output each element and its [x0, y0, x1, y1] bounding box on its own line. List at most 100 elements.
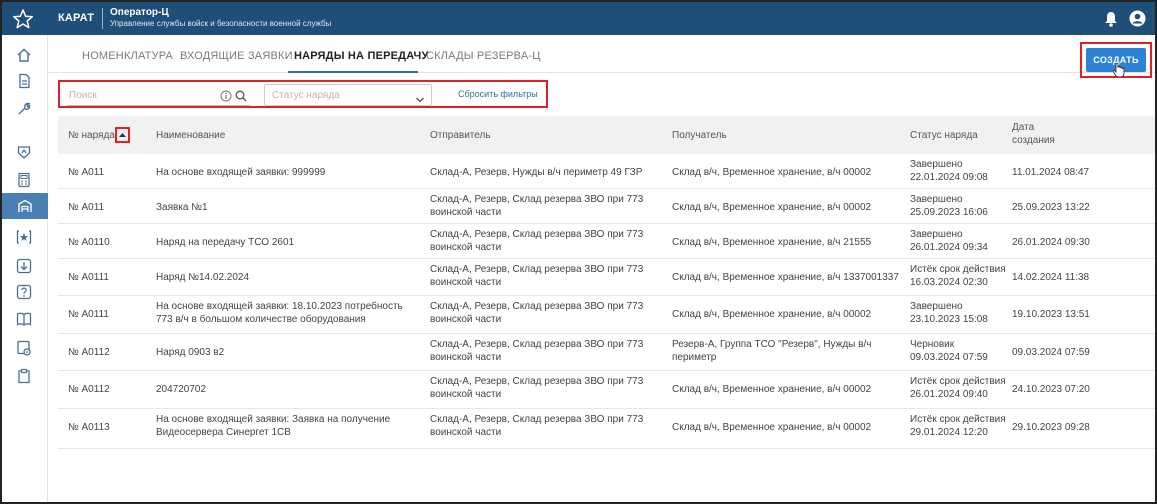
col-header-number[interactable]: № наряда [68, 130, 115, 141]
order-number: № А0111 [68, 272, 109, 283]
order-receiver: Склад в/ч, Временное хранение, в/ч 13370… [672, 272, 899, 283]
order-sender: Склад-А, Резерв, Склад резерва ЗВО при 7… [430, 376, 644, 400]
book-icon[interactable] [14, 309, 34, 329]
table-row[interactable]: № А0112 Наряд 0903 в2 Склад-А, Резерв, Скл… [58, 334, 1155, 371]
order-created-date: 14.02.2024 11:38 [1012, 272, 1090, 283]
order-sender: Склад-А, Резерв, Склад резерва ЗВО при 7… [430, 194, 644, 218]
active-tab-indicator [288, 71, 418, 73]
order-created-date: 24.10.2023 07:20 [1012, 384, 1090, 395]
order-created-date: 19.10.2023 13:51 [1012, 309, 1090, 320]
order-created-date: 11.01.2024 08:47 [1012, 167, 1090, 178]
clipboard-icon[interactable] [14, 366, 34, 386]
order-receiver: Склад в/ч, Временное хранение, в/ч 00002 [672, 422, 872, 433]
order-receiver: Склад в/ч, Временное хранение, в/ч 00002 [672, 309, 872, 320]
table-row[interactable]: № А0113 На основе входящей заявки: Заявка… [58, 409, 1155, 449]
wrench-icon[interactable] [14, 99, 34, 119]
calculator-icon[interactable] [14, 170, 34, 190]
order-receiver: Склад в/ч, Временное хранение, в/ч 21555 [672, 237, 872, 248]
search-icon[interactable] [235, 89, 247, 107]
order-created-date: 25.09.2023 13:22 [1012, 202, 1090, 213]
table-row[interactable]: № А0112 204720702 Склад-А, Резерв, Склад р… [58, 371, 1155, 409]
reset-filters-link[interactable]: Сбросить фильтры [458, 89, 538, 99]
table-row[interactable]: № А011 Заявка №1 Склад-А, Резерв, Склад ре… [58, 189, 1155, 224]
tab-incoming-requests[interactable]: ВХОДЯЩИЕ ЗАЯВКИ [180, 50, 293, 62]
order-sender: Склад-А, Резерв, Склад резерва ЗВО при 7… [430, 414, 644, 438]
order-sender: Склад-А, Резерв, Склад резерва ЗВО при 7… [430, 229, 644, 253]
order-status: Завершено 25.09.2023 16:06 [910, 194, 988, 218]
col-header-receiver[interactable]: Получатель [672, 130, 727, 141]
chevron-down-icon [415, 91, 425, 109]
star-icon[interactable] [12, 8, 34, 30]
tab-reserve-warehouses[interactable]: СКЛАДЫ РЕЗЕРВА-Ц [426, 50, 541, 62]
order-sender: Склад-А, Резерв, Нужды в/ч периметр 49 Г… [430, 167, 643, 178]
sort-button[interactable] [115, 127, 130, 143]
order-status: Завершено 22.01.2024 09:08 [910, 159, 988, 183]
info-icon[interactable] [220, 89, 232, 107]
user-icon[interactable] [1129, 10, 1146, 32]
warehouse-icon[interactable] [2, 193, 48, 219]
order-name: Наряд на передачу ТСО 2601 [156, 237, 295, 248]
col-header-name[interactable]: Наименование [156, 130, 225, 141]
order-created-date: 09.03.2024 07:59 [1012, 347, 1090, 358]
order-name: На основе входящей заявки: Заявка на пол… [156, 414, 391, 438]
brand-name[interactable]: КАРАТ [58, 12, 94, 24]
order-number: № А0111 [68, 309, 109, 320]
order-number: № А0112 [68, 384, 110, 395]
order-receiver: Резерв-А, Группа ТСО "Резерв", Нужды в/ч… [672, 339, 872, 363]
order-receiver: Склад в/ч, Временное хранение, в/ч 00002 [672, 167, 872, 178]
divider [102, 8, 103, 29]
top-bar: КАРАТ Оператор-Ц Управление службы войск… [2, 2, 1155, 35]
operator-subtitle: Управление службы войск и безопасности в… [110, 19, 332, 28]
order-created-date: 26.01.2024 09:30 [1012, 237, 1090, 248]
order-sender: Склад-А, Резерв, Склад резерва ЗВО при 7… [430, 264, 644, 288]
table-row[interactable]: № А0110 Наряд на передачу ТСО 2601 Склад-А… [58, 224, 1155, 259]
home-icon[interactable] [14, 45, 34, 65]
tab-transfer-orders[interactable]: НАРЯДЫ НА ПЕРЕДАЧУ [294, 50, 429, 62]
status-select[interactable]: Статус наряда [264, 84, 432, 106]
filter-panel: Поиск Статус наряда Сбросить фильтры [58, 80, 548, 108]
order-number: № А0113 [68, 422, 110, 433]
table-row[interactable]: № А011 На основе входящей заявки: 999999 С… [58, 154, 1155, 189]
col-header-sender[interactable]: Отправитель [430, 130, 491, 141]
table-row[interactable]: № А0111 На основе входящей заявки: 18.10.… [58, 296, 1155, 334]
order-status: Истёк срок действия 26.01.2024 09:40 [910, 376, 1006, 400]
order-status: Истёк срок действия 29.01.2024 12:20 [910, 414, 1006, 438]
order-status: Завершено 23.10.2023 15:08 [910, 301, 988, 325]
settings-doc-icon[interactable] [14, 338, 34, 358]
shield-icon[interactable] [14, 142, 34, 162]
status-placeholder: Статус наряда [272, 90, 340, 101]
tab-nomenclature[interactable]: НОМЕНКЛАТУРА [82, 50, 173, 62]
order-status: Истёк срок действия 16.03.2024 02:30 [910, 264, 1006, 288]
download-box-icon[interactable] [14, 256, 34, 276]
col-header-status[interactable]: Статус наряда [910, 130, 978, 141]
col-header-date-line1[interactable]: Дата [1012, 122, 1034, 133]
bell-icon[interactable] [1104, 11, 1118, 32]
table-header: № наряда Наименование Отправитель Получа… [58, 116, 1155, 154]
order-number: № А011 [68, 202, 105, 213]
search-input[interactable]: Поиск [67, 86, 250, 106]
order-number: № А0110 [68, 237, 110, 248]
document-icon[interactable] [14, 71, 34, 91]
table-row[interactable]: № А0111 Наряд №14.02.2024 Склад-А, Резерв,… [58, 259, 1155, 296]
col-header-date-line2[interactable]: создания [1012, 135, 1055, 146]
order-created-date: 29.10.2023 09:28 [1012, 422, 1090, 433]
order-name: Наряд №14.02.2024 [156, 272, 250, 283]
order-name: На основе входящей заявки: 999999 [156, 167, 326, 178]
star-box-icon[interactable] [14, 227, 34, 247]
order-status: Черновик 09.03.2024 07:59 [910, 339, 988, 363]
order-number: № А011 [68, 167, 105, 178]
tab-bar: НОМЕНКЛАТУРА ВХОДЯЩИЕ ЗАЯВКИ НАРЯДЫ НА П… [48, 35, 1155, 73]
order-number: № А0112 [68, 347, 110, 358]
order-name: Наряд 0903 в2 [156, 347, 225, 358]
order-receiver: Склад в/ч, Временное хранение, в/ч 00002 [672, 384, 872, 395]
order-status: Завершено 26.01.2024 09:34 [910, 229, 988, 253]
order-name: Заявка №1 [156, 202, 208, 213]
order-name: На основе входящей заявки: 18.10.2023 по… [156, 301, 403, 325]
help-box-icon[interactable] [14, 282, 34, 302]
order-receiver: Склад в/ч, Временное хранение, в/ч 00002 [672, 202, 872, 213]
hand-cursor-icon [1112, 62, 1126, 83]
sidebar [2, 35, 48, 502]
order-name: 204720702 [156, 384, 207, 395]
operator-title: Оператор-Ц [110, 7, 169, 18]
order-sender: Склад-А, Резерв, Склад резерва ЗВО при 7… [430, 339, 644, 363]
